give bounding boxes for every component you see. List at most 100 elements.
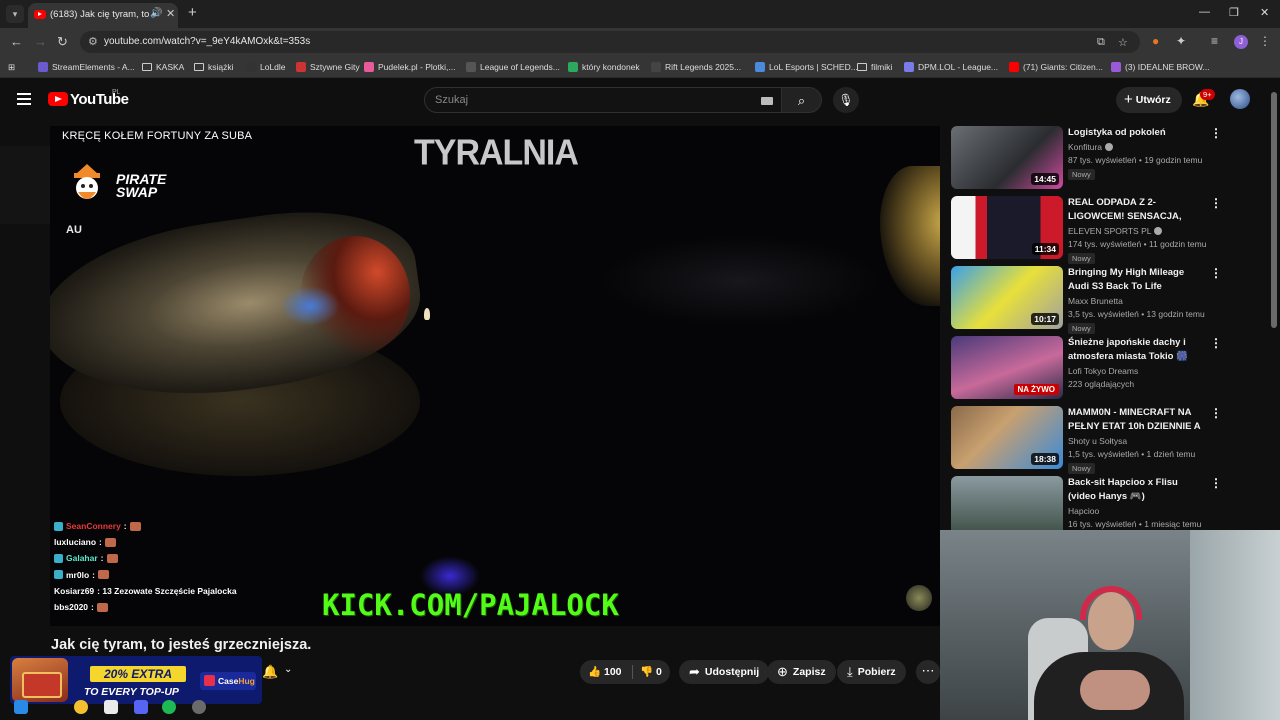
kebab-menu-icon[interactable]: ⋮ [1210, 406, 1222, 420]
channel-watermark-icon[interactable] [906, 585, 932, 611]
page-scrollbar[interactable] [1271, 92, 1277, 328]
site-info-icon[interactable]: ⚙ [88, 35, 98, 48]
discord-icon[interactable] [134, 700, 148, 714]
recommended-video[interactable]: Back-sit Hapcioo x Flisu (video Hanys 🎮)… [951, 476, 1271, 530]
channel-name[interactable]: ELEVEN SPORTS PL [1068, 226, 1163, 236]
channel-name[interactable]: Shoty u Sołtysa [1068, 436, 1127, 446]
video-thumbnail[interactable]: 10:17 [951, 266, 1063, 329]
new-badge: Nowy [1068, 323, 1095, 334]
video-meta: 1,5 tys. wyświetleń • 1 dzień temu [1068, 449, 1196, 459]
headphones-icon [1080, 586, 1142, 620]
chevron-down-icon[interactable]: ⌄ [284, 664, 292, 675]
recommended-video-title[interactable]: Śnieżne japońskie dachy i atmosfera mias… [1068, 336, 1204, 364]
recommended-video[interactable]: 10:17 Bringing My High Mileage Audi S3 Ba… [951, 266, 1271, 334]
bookmark-item[interactable]: (3) IDEALNE BROW... [1111, 60, 1210, 74]
create-button[interactable]: + Utwórz [1116, 87, 1182, 113]
recommended-video-title[interactable]: REAL ODPADA Z 2-LIGOWCEM! SENSACJA, ABSU… [1068, 196, 1204, 224]
address-bar[interactable]: ⚙ youtube.com/watch?v=_9eY4kAMOxk&t=353s… [80, 31, 1140, 53]
bookmark-item[interactable]: Rift Legends 2025... [651, 60, 741, 74]
channel-name[interactable]: Lofi Tokyo Dreams [1068, 366, 1138, 376]
microphone-icon[interactable]: 🎙 [833, 87, 859, 113]
apps-icon[interactable]: ⊞ [8, 60, 15, 74]
video-thumbnail[interactable] [951, 476, 1063, 530]
bookmark-item[interactable]: LoL Esports | SCHED... [755, 60, 858, 74]
channel-name[interactable]: Maxx Brunetta [1068, 296, 1123, 306]
recommended-video-title[interactable]: Bringing My High Mileage Audi S3 Back To… [1068, 266, 1204, 294]
keyboard-icon[interactable] [761, 97, 773, 105]
kebab-menu-icon[interactable]: ⋮ [1210, 266, 1222, 280]
spotify-icon[interactable] [162, 700, 176, 714]
bookmark-item[interactable]: Sztywne Gity [296, 60, 360, 74]
recommended-video-title[interactable]: MAMM0N - MINECRAFT NA PEŁNY ETAT 10h DZI… [1068, 406, 1204, 434]
download-button[interactable]: ⤓ Pobierz [837, 660, 906, 684]
menu-icon[interactable] [17, 93, 31, 108]
bookmark-item[interactable]: KASKA [142, 60, 184, 74]
video-frame-shadow [600, 236, 880, 326]
recommended-video-title[interactable]: Logistyka od pokoleń [1068, 126, 1204, 140]
video-player[interactable]: KRĘCĘ KOŁEM FORTUNY ZA SUBA TYRALNIA PIR… [0, 126, 940, 626]
browser-menu-icon[interactable]: ⋮ [1259, 34, 1271, 48]
share-button[interactable]: ➦ Udostępnij [679, 660, 770, 684]
windows-start-icon[interactable] [14, 700, 28, 714]
save-button[interactable]: ⊕ Zapisz [767, 660, 836, 684]
bookmark-star-icon[interactable]: ☆ [1118, 36, 1128, 49]
subscription-bell-icon[interactable]: 🔔 [262, 664, 278, 680]
tab-search-button[interactable]: ▾ [6, 5, 24, 23]
recommended-video[interactable]: 18:38 MAMM0N - MINECRAFT NA PEŁNY ETAT 10… [951, 406, 1271, 474]
extensions-icon[interactable]: ✦ [1176, 34, 1186, 48]
recommended-video-title[interactable]: Back-sit Hapcioo x Flisu (video Hanys 🎮) [1068, 476, 1204, 504]
video-thumbnail[interactable]: 14:45 [951, 126, 1063, 189]
live-badge: NA ŻYWO [1013, 384, 1059, 395]
bookmark-item[interactable]: DPM.LOL - League... [904, 60, 998, 74]
more-actions-icon[interactable]: ⋯ [916, 660, 940, 684]
kebab-menu-icon[interactable]: ⋮ [1210, 126, 1222, 140]
files-icon[interactable] [104, 700, 118, 714]
kebab-menu-icon[interactable]: ⋮ [1210, 196, 1222, 210]
channel-name[interactable]: Hapcioo [1068, 506, 1099, 516]
account-avatar[interactable] [1230, 89, 1250, 109]
media-controls-icon[interactable]: ≡ [1211, 34, 1218, 48]
chrome-icon[interactable] [74, 700, 88, 714]
search-input[interactable]: Szukaj [424, 87, 782, 113]
channel-name[interactable]: Konfitura [1068, 142, 1114, 152]
minimize-icon[interactable]: — [1199, 6, 1210, 18]
video-thumbnail[interactable]: 11:34 [951, 196, 1063, 259]
profile-avatar[interactable]: J [1234, 35, 1248, 49]
back-icon[interactable]: ← [10, 34, 23, 49]
recommended-video[interactable]: 14:45 Logistyka od pokoleń Konfitura 87 tys… [951, 126, 1271, 190]
bookmark-label: KASKA [156, 62, 185, 72]
reload-icon[interactable]: ↻ [57, 34, 68, 50]
bookmark-item[interactable]: StreamElements - A... [38, 60, 135, 74]
new-tab-button[interactable]: + [188, 4, 197, 21]
chat-emote-icon [129, 521, 141, 531]
bookmark-item[interactable]: książki [194, 60, 234, 74]
bookmark-item[interactable]: który kondonek [568, 60, 640, 74]
browser-tab-active[interactable]: (6183) Jak cię tyram, to jest… 🔊 ✕ [28, 3, 178, 28]
video-frame-spark [424, 308, 430, 320]
cast-icon[interactable]: ⧉ [1097, 36, 1105, 49]
like-count: 100 [604, 666, 622, 678]
dislike-button[interactable]: 👎 0 [640, 665, 662, 678]
kebab-menu-icon[interactable]: ⋮ [1210, 476, 1222, 490]
close-window-icon[interactable]: ✕ [1260, 6, 1269, 19]
bookmark-item[interactable]: Pudelek.pl - Plotki,... [364, 60, 455, 74]
bookmark-item[interactable]: League of Legends... [466, 60, 560, 74]
forward-icon[interactable]: → [34, 34, 47, 49]
like-button[interactable]: 👍 100 [588, 665, 622, 678]
close-tab-icon[interactable]: ✕ [166, 7, 175, 20]
settings-icon[interactable] [192, 700, 206, 714]
video-thumbnail[interactable]: 18:38 [951, 406, 1063, 469]
youtube-logo-icon[interactable] [48, 92, 68, 106]
restore-icon[interactable]: ❐ [1229, 6, 1239, 19]
extension-fox-icon[interactable]: ● [1152, 34, 1159, 48]
bookmark-item[interactable]: LoLdle [246, 60, 286, 74]
recommended-video[interactable]: NA ŻYWO Śnieżne japońskie dachy i atmosfe… [951, 336, 1271, 400]
brand-case: Case [218, 676, 239, 686]
search-icon[interactable]: ⌕ [782, 87, 822, 113]
kebab-menu-icon[interactable]: ⋮ [1210, 336, 1222, 350]
speaker-icon[interactable]: 🔊 [150, 8, 162, 19]
recommended-video[interactable]: 11:34 REAL ODPADA Z 2-LIGOWCEM! SENSACJA,… [951, 196, 1271, 264]
video-thumbnail[interactable]: NA ŻYWO [951, 336, 1063, 399]
bookmark-item[interactable]: (71) Giants: Citizen... [1009, 60, 1103, 74]
bookmark-item[interactable]: filmiki [857, 60, 892, 74]
